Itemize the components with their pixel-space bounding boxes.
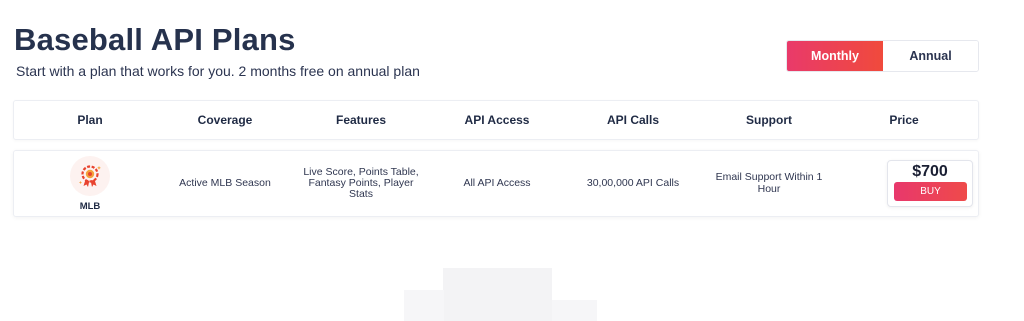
column-header-support: Support (746, 113, 792, 127)
price-value: $700 (912, 163, 948, 180)
table-row: MLB Active MLB Season Live Score, Points… (13, 150, 979, 217)
column-header-api-access: API Access (464, 113, 530, 127)
background-decoration (404, 290, 444, 321)
column-header-features: Features (335, 113, 387, 127)
table-header: Plan Coverage Features API Access API Ca… (13, 100, 979, 140)
monthly-toggle-button[interactable]: Monthly (787, 41, 883, 71)
award-medal-icon (70, 156, 110, 196)
plan-name: MLB (79, 201, 101, 212)
billing-toggle: Monthly Annual (786, 40, 979, 72)
background-decoration (443, 268, 552, 321)
api-access-cell: All API Access (463, 176, 531, 189)
buy-button[interactable]: BUY (894, 182, 967, 201)
column-header-api-calls: API Calls (606, 113, 660, 127)
column-header-coverage: Coverage (197, 113, 253, 127)
annual-toggle-button[interactable]: Annual (883, 41, 978, 71)
column-header-price: Price (889, 113, 919, 127)
price-box: $700 BUY (887, 160, 973, 207)
column-header-plan: Plan (77, 113, 103, 127)
features-cell: Live Score, Points Table, Fantasy Points… (303, 165, 419, 200)
background-decoration (552, 300, 597, 321)
support-cell: Email Support Within 1 Hour (715, 171, 823, 195)
page-title: Baseball API Plans (14, 22, 296, 57)
plan-cell: MLB (70, 156, 110, 212)
page-subtitle: Start with a plan that works for you. 2 … (16, 63, 420, 79)
api-calls-cell: 30,00,000 API Calls (586, 176, 680, 189)
coverage-cell: Active MLB Season (179, 176, 271, 189)
